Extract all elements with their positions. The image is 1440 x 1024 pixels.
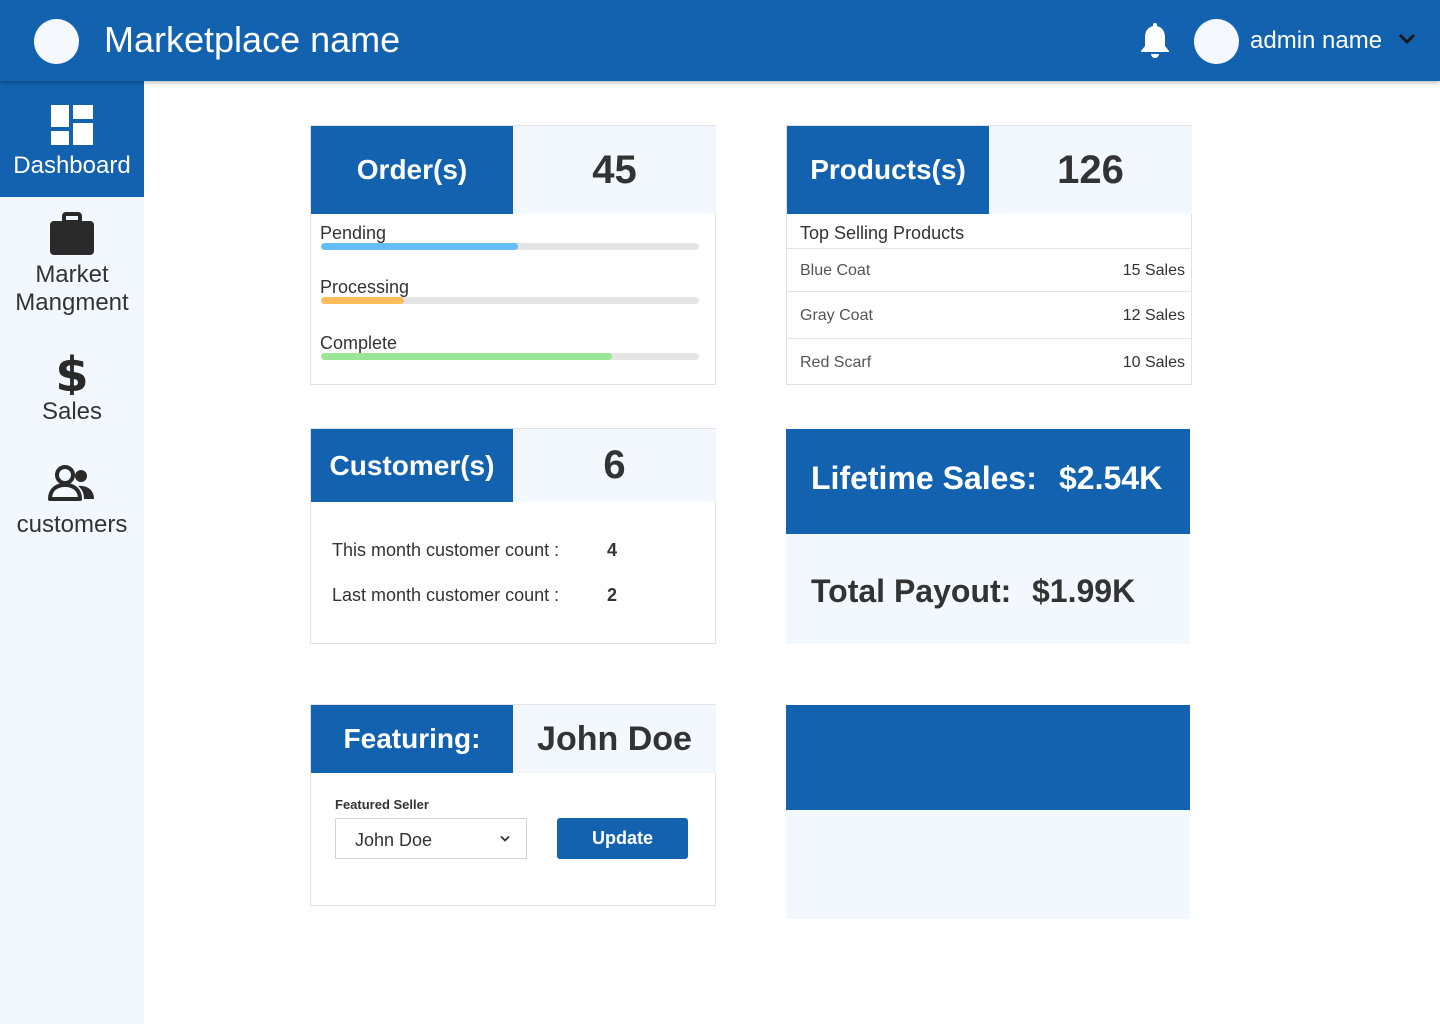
sidebar-item-label: Dashboard <box>13 152 131 179</box>
featured-seller-value: John Doe <box>355 830 433 850</box>
empty-card-header <box>786 705 1190 810</box>
processing-progress-bar <box>321 297 699 304</box>
sidebar-item-market-management[interactable]: Market Mangment <box>0 212 144 322</box>
sidebar-item-sales[interactable]: $ Sales <box>0 351 144 431</box>
featured-seller-label: Featured Seller <box>335 797 429 812</box>
admin-name[interactable]: admin name <box>1250 26 1382 56</box>
products-count: 126 <box>989 126 1192 214</box>
customers-card: Customer(s) 6 This month customer count … <box>310 428 716 644</box>
last-month-customer-value: 2 <box>607 585 618 605</box>
customers-label: Customer(s) <box>311 429 513 502</box>
pending-progress-fill <box>321 243 518 250</box>
total-payout-panel: Total Payout: $1.99K <box>786 534 1190 644</box>
people-icon <box>48 465 94 501</box>
sidebar-item-customers[interactable]: customers <box>0 465 144 545</box>
sidebar-item-label: Sales <box>41 398 103 425</box>
product-sales: 12 Sales <box>1122 307 1185 324</box>
app-title: Marketplace name <box>104 19 401 60</box>
product-name: Gray Coat <box>800 307 873 324</box>
dashboard-icon <box>51 105 93 145</box>
total-payout-label: Total Payout: <box>811 573 1012 609</box>
update-button[interactable]: Update <box>557 818 688 859</box>
bell-icon[interactable] <box>1138 22 1172 60</box>
lifetime-sales-card: Lifetime Sales: $2.54K Total Payout: $1.… <box>786 429 1191 644</box>
customers-count: 6 <box>513 429 716 502</box>
featured-seller-select[interactable]: John Doe <box>335 818 527 859</box>
orders-card: Order(s) 45 Pending Processing Complete <box>310 125 716 385</box>
empty-card <box>786 705 1191 919</box>
product-name: Blue Coat <box>800 262 871 279</box>
total-payout-value: $1.99K <box>1032 573 1136 609</box>
complete-progress-bar <box>321 353 699 360</box>
lifetime-sales-value: $2.54K <box>1059 460 1163 496</box>
sidebar-item-dashboard[interactable]: Dashboard <box>0 81 144 197</box>
featuring-card: Featuring: John Doe Featured Seller John… <box>310 704 716 906</box>
sidebar: Dashboard Market Mangment $ Sales custom… <box>0 81 144 1024</box>
top-selling-title: Top Selling Products <box>800 223 965 243</box>
processing-label: Processing <box>320 277 410 297</box>
sidebar-item-label: customers <box>16 511 128 538</box>
this-month-customer-value: 4 <box>607 540 618 560</box>
last-month-customer-label: Last month customer count : <box>332 585 560 605</box>
processing-progress-fill <box>321 297 405 304</box>
complete-progress-fill <box>321 353 613 360</box>
lifetime-sales-label: Lifetime Sales: <box>811 460 1037 496</box>
orders-label: Order(s) <box>311 126 513 214</box>
lifetime-sales-panel: Lifetime Sales: $2.54K <box>786 429 1190 534</box>
product-row[interactable]: Red Scarf 10 Sales <box>787 338 1191 384</box>
sidebar-item-label: Market Mangment <box>15 261 129 316</box>
products-card: Products(s) 126 Top Selling Products Blu… <box>786 125 1192 385</box>
product-row[interactable]: Blue Coat 15 Sales <box>787 248 1191 294</box>
chevron-down-icon[interactable] <box>1398 32 1416 46</box>
chevron-down-icon <box>500 835 510 842</box>
product-sales: 10 Sales <box>1122 354 1185 371</box>
product-name: Red Scarf <box>800 354 872 371</box>
pending-label: Pending <box>320 223 387 243</box>
logo[interactable] <box>34 19 79 64</box>
orders-count: 45 <box>513 126 716 214</box>
featuring-label: Featuring: <box>311 705 513 773</box>
featuring-value: John Doe <box>513 705 716 773</box>
this-month-customer-label: This month customer count : <box>332 540 560 560</box>
svg-text:$: $ <box>57 351 87 395</box>
complete-label: Complete <box>320 333 398 353</box>
avatar[interactable] <box>1194 19 1239 64</box>
empty-card-body <box>786 810 1190 919</box>
product-sales: 15 Sales <box>1122 262 1185 279</box>
pending-progress-bar <box>321 243 699 250</box>
top-bar: Marketplace name admin name <box>0 0 1440 81</box>
briefcase-icon <box>50 212 94 255</box>
product-row[interactable]: Gray Coat 12 Sales <box>787 291 1191 337</box>
products-label: Products(s) <box>787 126 989 214</box>
dollar-icon: $ <box>57 351 87 395</box>
